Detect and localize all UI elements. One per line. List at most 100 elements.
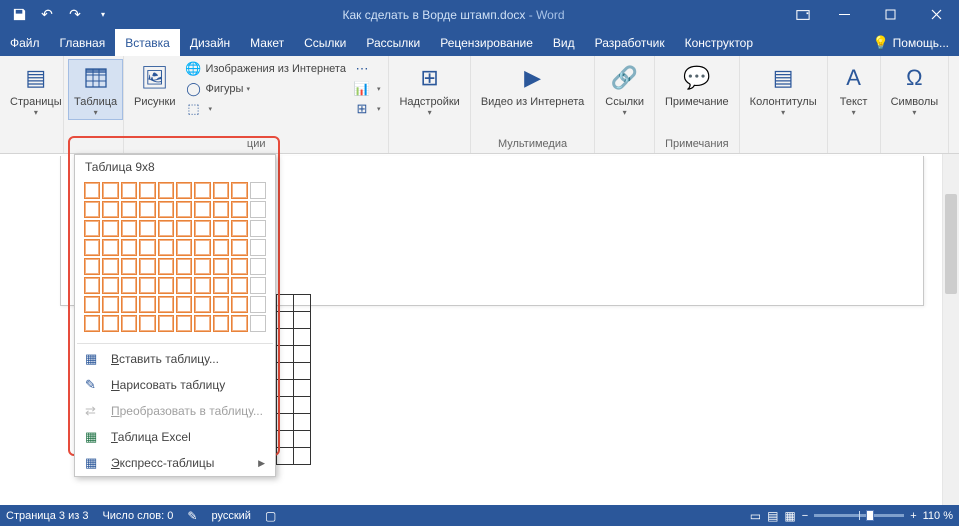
table-grid-cell[interactable] xyxy=(84,220,100,237)
table-grid-cell[interactable] xyxy=(84,239,100,256)
zoom-handle[interactable] xyxy=(866,510,874,521)
table-grid-cell[interactable] xyxy=(158,296,174,313)
tab-references[interactable]: Ссылки xyxy=(294,29,356,56)
table-grid-cell[interactable] xyxy=(176,239,192,256)
tab-developer[interactable]: Разработчик xyxy=(585,29,675,56)
table-grid-cell[interactable] xyxy=(139,315,155,332)
table-grid-cell[interactable] xyxy=(84,182,100,199)
table-grid-cell[interactable] xyxy=(102,258,118,275)
zoom-level[interactable]: 110 % xyxy=(923,510,953,522)
tab-layout[interactable]: Макет xyxy=(240,29,294,56)
tab-home[interactable]: Главная xyxy=(50,29,116,56)
table-grid-cell[interactable] xyxy=(231,182,247,199)
print-layout-button[interactable]: ▤ xyxy=(767,509,778,523)
zoom-out-button[interactable]: − xyxy=(802,510,808,522)
table-grid-cell[interactable] xyxy=(139,220,155,237)
page-indicator[interactable]: Страница 3 из 3 xyxy=(6,510,88,522)
screenshot2-button[interactable]: ⊞▾ xyxy=(350,99,385,119)
table-grid-cell[interactable] xyxy=(84,201,100,218)
quick-tables-item[interactable]: ▦Экспресс-таблицы▶ xyxy=(75,450,275,476)
qat-customize-button[interactable]: ▾ xyxy=(90,3,116,27)
table-grid-cell[interactable] xyxy=(194,239,210,256)
table-grid-cell[interactable] xyxy=(121,220,137,237)
table-grid-cell[interactable] xyxy=(121,239,137,256)
shapes-button[interactable]: ◯Фигуры▾ xyxy=(182,79,350,99)
table-grid-cell[interactable] xyxy=(158,258,174,275)
table-grid-cell[interactable] xyxy=(176,315,192,332)
table-grid-cell[interactable] xyxy=(139,277,155,294)
header-footer-button[interactable]: ▤Колонтитулы▾ xyxy=(744,59,823,120)
online-video-button[interactable]: ▶Видео из Интернета xyxy=(475,59,590,111)
spellcheck-button[interactable]: ✎ xyxy=(187,509,197,523)
table-grid-cell[interactable] xyxy=(213,182,229,199)
zoom-in-button[interactable]: + xyxy=(910,510,916,522)
table-grid-cell[interactable] xyxy=(139,258,155,275)
web-layout-button[interactable]: ▦ xyxy=(784,509,795,523)
table-grid-cell[interactable] xyxy=(176,220,192,237)
table-grid-cell[interactable] xyxy=(158,201,174,218)
table-grid-cell[interactable] xyxy=(213,220,229,237)
table-grid-cell[interactable] xyxy=(102,220,118,237)
insert-table-item[interactable]: ▦Вставить таблицу... xyxy=(75,346,275,372)
tell-me[interactable]: 💡 Помощь... xyxy=(862,29,959,56)
comment-button[interactable]: 💬Примечание xyxy=(659,59,735,111)
table-grid-cell[interactable] xyxy=(213,201,229,218)
table-grid-cell[interactable] xyxy=(139,182,155,199)
table-grid-cell[interactable] xyxy=(213,296,229,313)
table-grid-cell[interactable] xyxy=(176,182,192,199)
redo-button[interactable]: ↷ xyxy=(62,3,88,27)
table-grid-cell[interactable] xyxy=(84,315,100,332)
undo-button[interactable]: ↶ xyxy=(34,3,60,27)
table-grid-cell[interactable] xyxy=(121,201,137,218)
table-grid-cell[interactable] xyxy=(194,182,210,199)
addins-button[interactable]: ⊞Надстройки▾ xyxy=(393,59,465,120)
vertical-scrollbar[interactable] xyxy=(942,154,959,505)
table-grid-cell[interactable] xyxy=(102,296,118,313)
table-grid-cell[interactable] xyxy=(176,258,192,275)
table-grid-cell[interactable] xyxy=(176,201,192,218)
table-grid-cell[interactable] xyxy=(194,201,210,218)
minimize-button[interactable] xyxy=(821,0,867,29)
table-grid-cell[interactable] xyxy=(139,201,155,218)
table-grid-cell[interactable] xyxy=(158,315,174,332)
table-grid-cell[interactable] xyxy=(213,277,229,294)
table-grid-cell[interactable] xyxy=(231,315,247,332)
word-count[interactable]: Число слов: 0 xyxy=(102,510,173,522)
table-grid-cell[interactable] xyxy=(231,220,247,237)
table-grid-cell[interactable] xyxy=(231,239,247,256)
close-button[interactable] xyxy=(913,0,959,29)
screenshot-button[interactable]: 📊▾ xyxy=(350,79,385,99)
table-grid-cell[interactable] xyxy=(231,201,247,218)
table-grid-cell[interactable] xyxy=(84,277,100,294)
table-grid-cell[interactable] xyxy=(102,201,118,218)
table-grid-cell[interactable] xyxy=(121,258,137,275)
table-grid-cell[interactable] xyxy=(194,315,210,332)
illustrations-overflow[interactable]: ⋯ xyxy=(350,59,385,79)
read-mode-button[interactable]: ▭ xyxy=(750,509,761,523)
table-grid-cell[interactable] xyxy=(102,239,118,256)
table-grid-cell[interactable] xyxy=(139,239,155,256)
table-grid-cell[interactable] xyxy=(194,220,210,237)
tab-view[interactable]: Вид xyxy=(543,29,585,56)
table-grid-cell[interactable] xyxy=(231,277,247,294)
tab-design[interactable]: Дизайн xyxy=(180,29,240,56)
links-button[interactable]: 🔗Ссылки▾ xyxy=(599,59,650,120)
table-grid-cell[interactable] xyxy=(213,239,229,256)
online-pictures-button[interactable]: 🌐Изображения из Интернета xyxy=(182,59,350,79)
pages-button[interactable]: ▤Страницы▾ xyxy=(4,59,68,120)
macro-indicator[interactable]: ▢ xyxy=(265,509,276,523)
table-button[interactable]: Таблица▾ xyxy=(68,59,123,120)
table-grid-cell[interactable] xyxy=(102,182,118,199)
tab-file[interactable]: Файл xyxy=(0,29,50,56)
table-grid-cell[interactable] xyxy=(231,296,247,313)
table-grid-cell[interactable] xyxy=(176,277,192,294)
table-grid-cell[interactable] xyxy=(231,258,247,275)
scrollbar-thumb[interactable] xyxy=(945,194,957,294)
language-indicator[interactable]: русский xyxy=(211,510,250,522)
draw-table-item[interactable]: ✎Нарисовать таблицу xyxy=(75,372,275,398)
pictures-button[interactable]: 🖼Рисунки xyxy=(128,59,182,111)
table-grid-cell[interactable] xyxy=(250,182,266,199)
table-grid-cell[interactable] xyxy=(158,220,174,237)
table-grid-cell[interactable] xyxy=(158,182,174,199)
table-grid-cell[interactable] xyxy=(121,182,137,199)
